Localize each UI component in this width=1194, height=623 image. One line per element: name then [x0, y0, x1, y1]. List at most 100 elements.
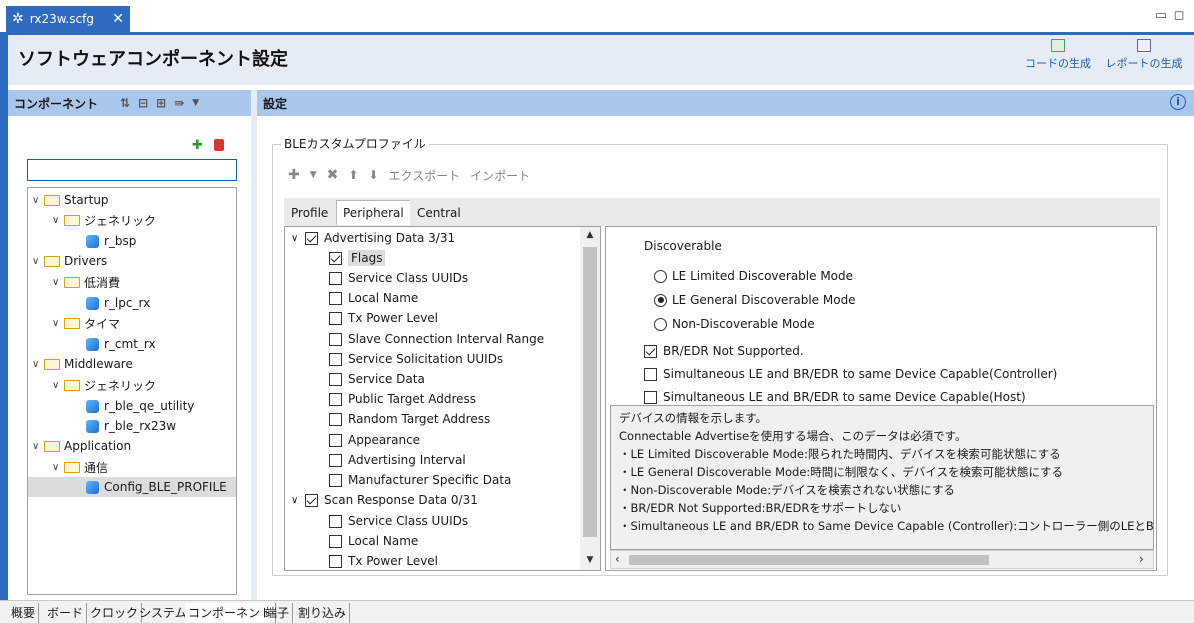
delete-icon[interactable]: ✖ — [327, 167, 339, 183]
list-item[interactable]: Advertising Interval — [329, 450, 466, 470]
close-icon[interactable]: ✕ — [112, 11, 124, 27]
editor-tab-rx23w[interactable]: ✲ rx23w.scfg ✕ — [6, 6, 130, 32]
checkbox[interactable] — [329, 392, 342, 406]
list-item[interactable]: Appearance — [329, 430, 420, 450]
checkbox[interactable] — [644, 390, 657, 404]
move-down-icon[interactable]: ⬇ — [368, 168, 378, 182]
generate-code-button[interactable]: コードの生成 — [1018, 39, 1098, 71]
chevron-down-icon[interactable]: ▼ — [192, 98, 199, 108]
tree-item-r-lpc-rx[interactable]: r_lpc_rx — [86, 293, 150, 313]
chevron-down-icon[interactable]: ∨ — [291, 233, 305, 244]
chevron-down-icon[interactable]: ∨ — [52, 462, 64, 473]
checkbox[interactable] — [329, 372, 342, 386]
checkbox-simultaneous-host[interactable]: Simultaneous LE and BR/EDR to same Devic… — [644, 390, 1026, 404]
maximize-icon[interactable]: ◻ — [1172, 8, 1186, 23]
tab-peripheral[interactable]: Peripheral — [336, 200, 411, 225]
scrollbar-thumb[interactable] — [629, 555, 989, 565]
scroll-down-icon[interactable]: ▼ — [580, 555, 600, 565]
move-up-icon[interactable]: ⬆ — [348, 168, 358, 182]
checkbox[interactable] — [329, 291, 342, 305]
radio-button[interactable] — [654, 317, 667, 331]
checkbox[interactable] — [329, 433, 342, 447]
chevron-down-icon[interactable]: ∨ — [32, 359, 44, 370]
checkbox-br-edr-not-supported[interactable]: BR/EDR Not Supported. — [644, 344, 804, 358]
radio-non-discoverable[interactable]: Non-Discoverable Mode — [654, 317, 815, 331]
list-item[interactable]: Tx Power Level — [329, 308, 438, 328]
tree-folder-drivers[interactable]: ∨ Drivers — [32, 251, 107, 271]
checkbox[interactable] — [329, 473, 342, 487]
chevron-down-icon[interactable]: ∨ — [32, 256, 44, 267]
info-icon[interactable]: i — [1170, 94, 1186, 110]
component-search-input[interactable] — [27, 159, 237, 181]
tab-clock[interactable]: クロック — [87, 603, 143, 623]
collapse-all-icon[interactable]: ⊟ — [138, 96, 148, 110]
chevron-down-icon[interactable]: ∨ — [52, 318, 64, 329]
radio-le-limited[interactable]: LE Limited Discoverable Mode — [654, 269, 853, 283]
list-item[interactable]: Local Name — [329, 288, 418, 308]
list-item-flags[interactable]: Flags — [329, 248, 386, 268]
sort-icon[interactable]: ⇅ — [120, 96, 130, 110]
list-item[interactable]: Public Target Address — [329, 389, 476, 409]
checkbox[interactable] — [305, 231, 318, 245]
add-component-icon[interactable]: ✚ — [192, 138, 203, 153]
tab-overview[interactable]: 概要 — [8, 603, 40, 623]
tree-folder-communication[interactable]: ∨ 通信 — [52, 457, 108, 477]
checkbox[interactable] — [329, 453, 342, 467]
expand-all-icon[interactable]: ⊞ — [156, 96, 166, 110]
list-item[interactable]: Service Class UUIDs — [329, 511, 468, 531]
tree-item-config-ble-profile[interactable]: Config_BLE_PROFILE — [28, 477, 236, 497]
tree-folder-middleware[interactable]: ∨ Middleware — [32, 354, 133, 374]
chevron-down-icon[interactable]: ∨ — [291, 495, 305, 506]
tree-item-r-ble-rx23w[interactable]: r_ble_rx23w — [86, 416, 176, 436]
chevron-down-icon[interactable]: ∨ — [52, 277, 64, 288]
chevron-down-icon[interactable]: ∨ — [32, 441, 44, 452]
tree-folder-generic-2[interactable]: ∨ ジェネリック — [52, 375, 156, 395]
list-item[interactable]: Manufacturer Specific Data — [329, 470, 511, 490]
tree-folder-startup[interactable]: ∨ Startup — [32, 190, 109, 210]
list-group-scan-response[interactable]: ∨ Scan Response Data 0/31 — [291, 490, 478, 510]
checkbox[interactable] — [329, 554, 342, 568]
tab-system[interactable]: システム — [136, 603, 191, 623]
checkbox[interactable] — [305, 493, 318, 507]
generate-report-button[interactable]: レポートの生成 — [1104, 39, 1184, 71]
tab-pins[interactable]: 端子 — [262, 603, 294, 623]
tab-central[interactable]: Central — [410, 200, 468, 225]
tree-folder-timer[interactable]: ∨ タイマ — [52, 313, 120, 333]
tree-folder-low-power[interactable]: ∨ 低消費 — [52, 272, 120, 292]
checkbox[interactable] — [329, 352, 342, 366]
scroll-up-icon[interactable]: ▲ — [580, 230, 600, 240]
list-item[interactable]: Service Class UUIDs — [329, 268, 468, 288]
list-item[interactable]: Tx Power Level — [329, 551, 438, 570]
list-scrollbar[interactable]: ▲ ▼ — [580, 227, 600, 570]
list-item[interactable]: Service Data — [329, 369, 425, 389]
export-button[interactable]: エクスポート — [389, 167, 461, 184]
tree-item-r-ble-qe-utility[interactable]: r_ble_qe_utility — [86, 396, 194, 416]
radio-le-general[interactable]: LE General Discoverable Mode — [654, 293, 856, 307]
tree-item-r-bsp[interactable]: r_bsp — [86, 231, 136, 251]
radio-button[interactable] — [654, 293, 667, 307]
checkbox[interactable] — [329, 251, 342, 265]
tab-board[interactable]: ボード — [44, 603, 88, 623]
checkbox[interactable] — [329, 332, 342, 346]
filter-icon[interactable]: ⇛ — [174, 96, 184, 110]
tab-profile[interactable]: Profile — [284, 200, 336, 225]
checkbox[interactable] — [329, 271, 342, 285]
list-group-advertising-data[interactable]: ∨ Advertising Data 3/31 — [291, 228, 455, 248]
checkbox[interactable] — [329, 412, 342, 426]
chevron-down-icon[interactable]: ∨ — [32, 195, 44, 206]
checkbox-simultaneous-controller[interactable]: Simultaneous LE and BR/EDR to same Devic… — [644, 367, 1057, 381]
tab-interrupts[interactable]: 割り込み — [295, 603, 351, 623]
scroll-left-icon[interactable]: ‹ — [615, 552, 620, 566]
scroll-right-icon[interactable]: › — [1139, 552, 1144, 566]
chevron-down-icon[interactable]: ▼ — [310, 170, 317, 180]
list-item[interactable]: Local Name — [329, 531, 418, 551]
import-button[interactable]: インポート — [470, 167, 530, 184]
tree-item-r-cmt-rx[interactable]: r_cmt_rx — [86, 334, 156, 354]
add-icon[interactable]: ✚ — [288, 167, 300, 183]
tree-folder-generic[interactable]: ∨ ジェネリック — [52, 210, 156, 230]
checkbox[interactable] — [329, 534, 342, 548]
list-item[interactable]: Random Target Address — [329, 409, 490, 429]
chevron-down-icon[interactable]: ∨ — [52, 215, 64, 226]
checkbox[interactable] — [644, 344, 657, 358]
list-item[interactable]: Slave Connection Interval Range — [329, 329, 544, 349]
